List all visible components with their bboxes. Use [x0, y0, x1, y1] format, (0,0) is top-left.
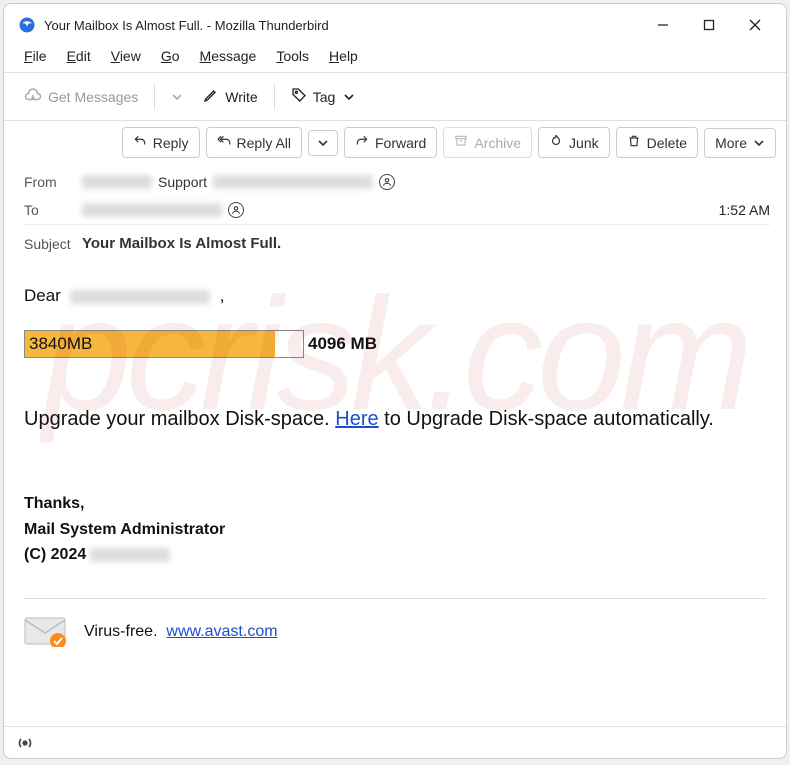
envelope-check-icon	[24, 617, 66, 647]
activity-icon[interactable]	[16, 736, 34, 750]
greeting-redacted	[70, 290, 210, 304]
signature: Thanks, Mail System Administrator (C) 20…	[24, 491, 766, 568]
forward-icon	[355, 134, 369, 151]
write-label: Write	[225, 89, 257, 105]
greeting-suffix: ,	[220, 286, 225, 305]
to-redacted	[82, 203, 222, 217]
sig-thanks: Thanks,	[24, 491, 766, 517]
reply-button[interactable]: Reply	[122, 127, 200, 158]
get-messages-button[interactable]: Get Messages	[14, 80, 148, 113]
email-window: Your Mailbox Is Almost Full. - Mozilla T…	[3, 3, 787, 759]
minimize-button[interactable]	[640, 10, 686, 40]
reply-all-button[interactable]: Reply All	[206, 127, 302, 158]
sig-copyright: (C) 2024	[24, 542, 86, 568]
from-label: From	[24, 174, 82, 190]
separator	[154, 84, 155, 110]
delete-label: Delete	[647, 135, 687, 151]
message-time: 1:52 AM	[719, 202, 770, 218]
reply-all-label: Reply All	[237, 135, 291, 151]
subject-text: Your Mailbox Is Almost Full.	[82, 235, 281, 252]
from-name: Support	[158, 174, 207, 190]
thunderbird-icon	[18, 16, 36, 34]
message-toolbar: Reply Reply All Forward Archive Junk Del…	[4, 121, 786, 164]
upgrade-text-1: Upgrade your mailbox Disk-space.	[24, 408, 335, 430]
from-redacted-2	[213, 175, 373, 189]
junk-button[interactable]: Junk	[538, 127, 610, 158]
menu-go[interactable]: Go	[151, 44, 190, 68]
to-label: To	[24, 202, 82, 218]
titlebar: Your Mailbox Is Almost Full. - Mozilla T…	[4, 4, 786, 42]
maximize-button[interactable]	[686, 10, 732, 40]
write-button[interactable]: Write	[193, 81, 267, 112]
tag-button[interactable]: Tag	[281, 81, 366, 112]
sig-admin: Mail System Administrator	[24, 517, 766, 543]
progress-total: 4096 MB	[308, 334, 377, 354]
menu-tools[interactable]: Tools	[266, 44, 319, 68]
avast-link[interactable]: www.avast.com	[166, 623, 277, 640]
menu-message[interactable]: Message	[190, 44, 267, 68]
progress-used: 3840MB	[25, 334, 92, 354]
subject-row: Subject Your Mailbox Is Almost Full.	[24, 224, 770, 262]
upgrade-link[interactable]: Here	[335, 408, 378, 430]
main-toolbar: Get Messages Write Tag	[4, 73, 786, 121]
get-messages-dropdown[interactable]	[161, 85, 193, 109]
contact-icon[interactable]	[379, 174, 395, 190]
forward-label: Forward	[375, 135, 426, 151]
subject-label: Subject	[24, 236, 82, 252]
antivirus-footer: Virus-free. www.avast.com	[24, 598, 766, 647]
contact-icon[interactable]	[228, 202, 244, 218]
archive-icon	[454, 134, 468, 151]
greeting: Dear ,	[24, 286, 766, 306]
upgrade-text: Upgrade your mailbox Disk-space. Here to…	[24, 408, 766, 431]
from-redacted-1	[82, 175, 152, 189]
virus-free-text: Virus-free.	[84, 623, 158, 640]
reply-icon	[133, 134, 147, 151]
separator	[274, 84, 275, 110]
chevron-down-icon	[343, 91, 355, 103]
junk-label: Junk	[569, 135, 599, 151]
get-messages-label: Get Messages	[48, 89, 138, 105]
pencil-icon	[203, 87, 219, 106]
forward-button[interactable]: Forward	[344, 127, 437, 158]
statusbar	[4, 726, 786, 758]
from-row: From Support	[24, 168, 770, 196]
reply-all-icon	[217, 134, 231, 151]
window-controls	[640, 10, 778, 40]
menubar: File Edit View Go Message Tools Help	[4, 42, 786, 73]
more-label: More	[715, 135, 747, 151]
upgrade-text-2: to Upgrade Disk-space automatically.	[379, 408, 714, 430]
archive-label: Archive	[474, 135, 521, 151]
window-title: Your Mailbox Is Almost Full. - Mozilla T…	[44, 18, 640, 33]
menu-view[interactable]: View	[101, 44, 151, 68]
chevron-down-icon	[317, 137, 329, 149]
quota-bar: 3840MB 4096 MB	[24, 330, 766, 358]
menu-file[interactable]: File	[14, 44, 57, 68]
reply-label: Reply	[153, 135, 189, 151]
message-body: Dear , 3840MB 4096 MB Upgrade your mailb…	[4, 266, 786, 726]
trash-icon	[627, 134, 641, 151]
sig-redacted	[90, 548, 170, 562]
to-row: To 1:52 AM	[24, 196, 770, 224]
flame-icon	[549, 134, 563, 151]
progress-bar: 3840MB	[24, 330, 304, 358]
menu-help[interactable]: Help	[319, 44, 368, 68]
tag-label: Tag	[313, 89, 336, 105]
message-headers: From Support To 1:52 AM Subject Your Mai…	[4, 164, 786, 266]
archive-button[interactable]: Archive	[443, 127, 532, 158]
more-button[interactable]: More	[704, 128, 776, 158]
greeting-prefix: Dear	[24, 286, 61, 305]
tag-icon	[291, 87, 307, 106]
menu-edit[interactable]: Edit	[57, 44, 101, 68]
reply-all-dropdown[interactable]	[308, 130, 338, 156]
close-button[interactable]	[732, 10, 778, 40]
chevron-down-icon	[753, 137, 765, 149]
delete-button[interactable]: Delete	[616, 127, 698, 158]
cloud-download-icon	[24, 86, 42, 107]
